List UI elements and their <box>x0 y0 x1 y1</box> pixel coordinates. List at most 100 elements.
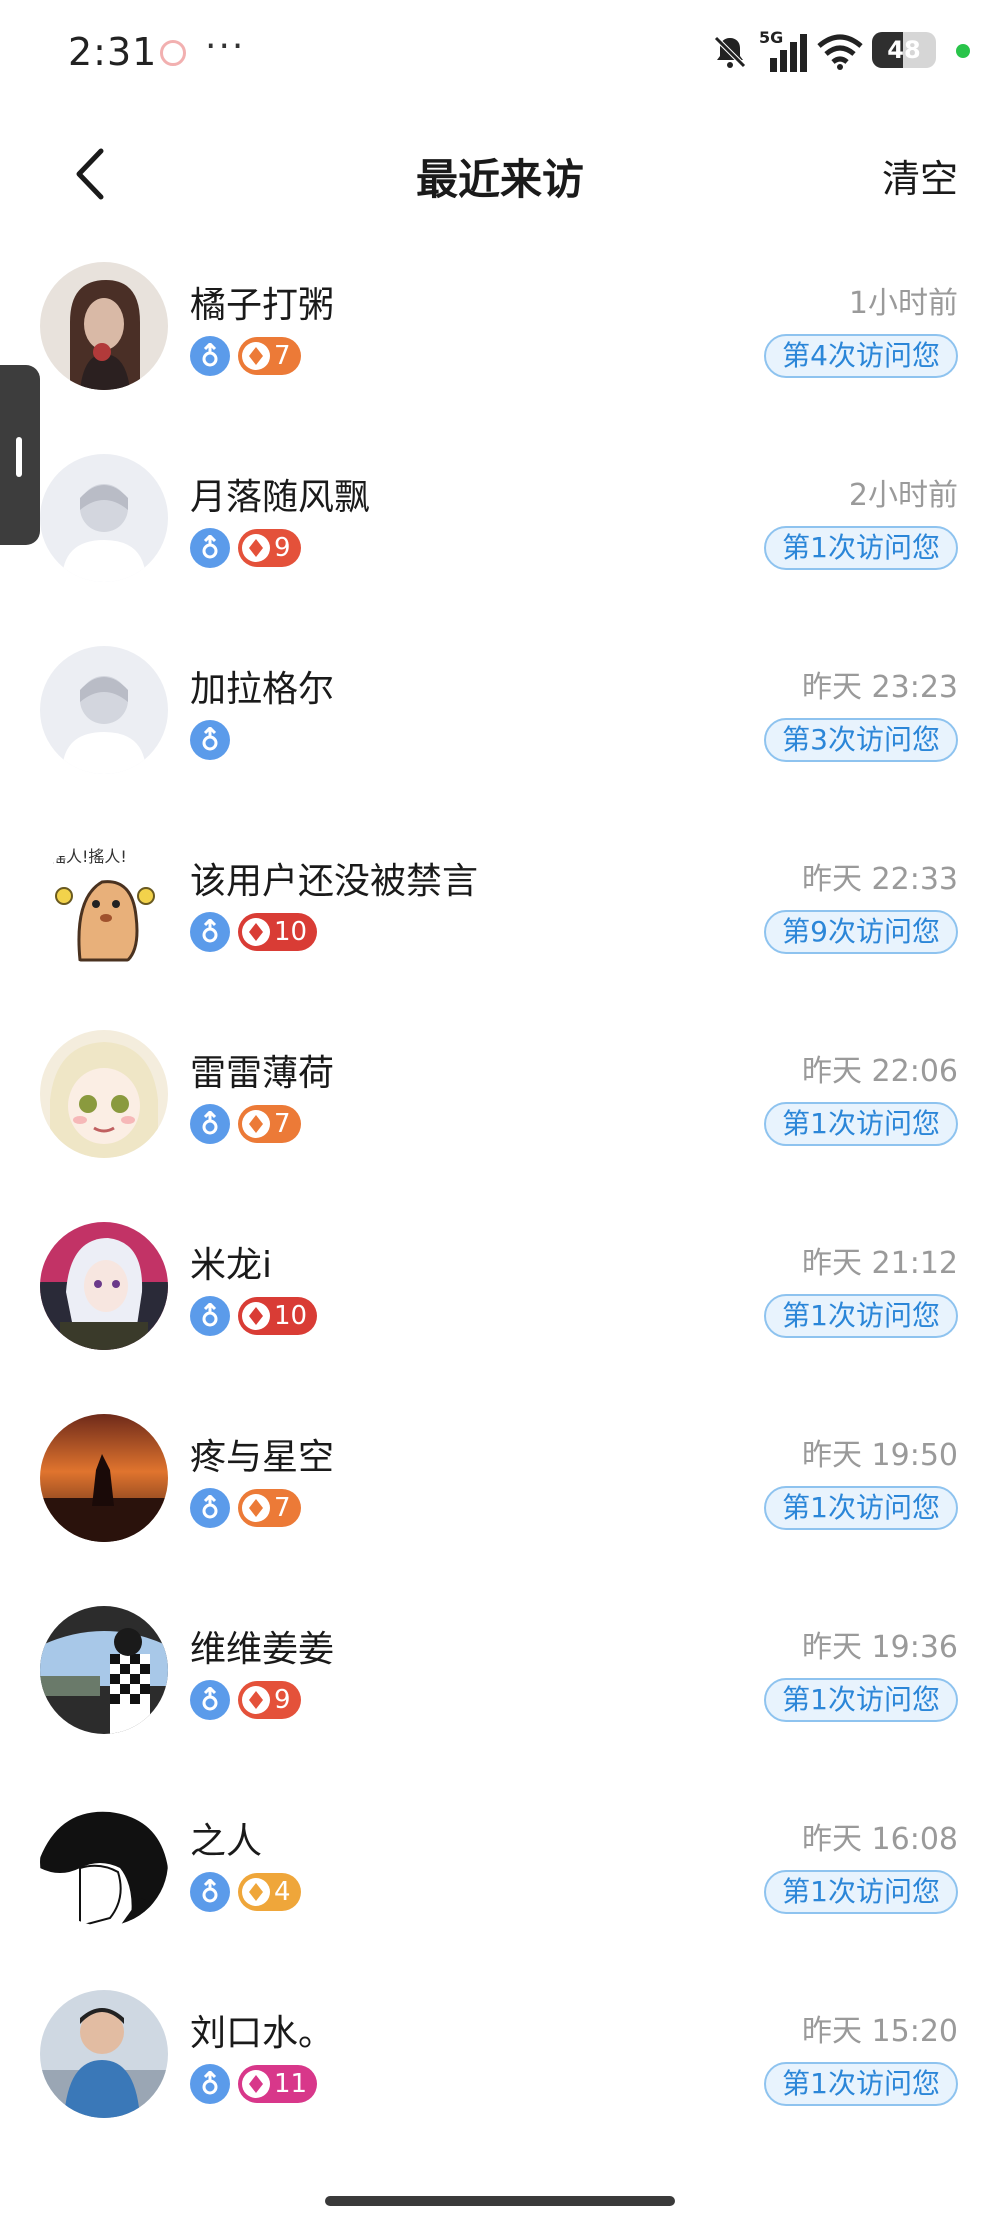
visit-time: 昨天 22:06 <box>802 1054 958 1089</box>
male-gender-icon <box>190 1872 230 1912</box>
visitor-name[interactable]: 之人 <box>190 1812 262 1864</box>
svg-text:搖人!搖人!: 搖人!搖人! <box>50 847 127 866</box>
male-gender-icon <box>190 720 230 760</box>
badge-group: 9 <box>190 528 301 568</box>
mute-icon <box>714 36 746 68</box>
level-badge: 4 <box>238 1873 301 1911</box>
visitor-name[interactable]: 米龙i <box>190 1236 272 1288</box>
visit-time: 昨天 22:33 <box>802 862 958 897</box>
level-badge: 11 <box>238 2065 318 2103</box>
visit-time: 1小时前 <box>848 286 958 321</box>
avatar[interactable] <box>40 262 168 390</box>
battery-icon: 48 <box>872 32 936 68</box>
visitor-row[interactable]: 疼与星空 7 昨天 19:50 第1次访问您 <box>0 1382 1000 1574</box>
avatar[interactable] <box>40 1798 168 1926</box>
level-value: 7 <box>274 341 291 371</box>
flame-icon <box>242 1494 270 1522</box>
visit-count-badge: 第1次访问您 <box>764 526 958 570</box>
avatar[interactable] <box>40 1990 168 2118</box>
top-nav-bar: 最近来访 清空 <box>0 120 1000 230</box>
visitor-row[interactable]: 月落随风飘 9 2小时前 第1次访问您 <box>0 422 1000 614</box>
flame-icon <box>242 1686 270 1714</box>
flame-icon <box>242 2070 270 2098</box>
visit-time: 昨天 19:50 <box>802 1438 958 1473</box>
notification-app-icon <box>160 40 186 66</box>
visit-time: 昨天 16:08 <box>802 1822 958 1857</box>
avatar[interactable]: 搖人!搖人! <box>40 838 168 966</box>
avatar[interactable] <box>40 646 168 774</box>
level-value: 9 <box>274 533 291 563</box>
male-gender-icon <box>190 2064 230 2104</box>
visitor-row[interactable]: 雷雷薄荷 7 昨天 22:06 第1次访问您 <box>0 998 1000 1190</box>
level-value: 10 <box>274 917 308 947</box>
visitor-name[interactable]: 加拉格尔 <box>190 660 334 712</box>
signal-icon <box>770 34 807 72</box>
flame-icon <box>242 342 270 370</box>
visit-count-badge: 第3次访问您 <box>764 718 958 762</box>
visitor-name[interactable]: 该用户还没被禁言 <box>190 852 478 904</box>
flame-icon <box>242 1302 270 1330</box>
male-gender-icon <box>190 1296 230 1336</box>
male-gender-icon <box>190 1104 230 1144</box>
avatar[interactable] <box>40 1222 168 1350</box>
visit-time: 昨天 21:12 <box>802 1246 958 1281</box>
badge-group: 11 <box>190 2064 318 2104</box>
visit-count-badge: 第1次访问您 <box>764 2062 958 2106</box>
level-badge: 9 <box>238 1681 301 1719</box>
visitor-row[interactable]: 之人 4 昨天 16:08 第1次访问您 <box>0 1766 1000 1958</box>
avatar[interactable] <box>40 1030 168 1158</box>
visitors-screen: 2:31 ··· 5G 48 最近来访 清空 橘子打粥 7 1小时前 第4次访问… <box>0 0 1000 2223</box>
level-value: 11 <box>274 2069 308 2099</box>
badge-group: 7 <box>190 336 301 376</box>
level-value: 7 <box>274 1493 291 1523</box>
visitor-name[interactable]: 刘口水。 <box>190 2004 334 2056</box>
visitor-name[interactable]: 月落随风飘 <box>190 468 370 520</box>
badge-group: 10 <box>190 912 318 952</box>
battery-level: 48 <box>887 36 921 64</box>
visitor-row[interactable]: 米龙i 10 昨天 21:12 第1次访问您 <box>0 1190 1000 1382</box>
home-indicator[interactable] <box>325 2196 675 2206</box>
visitor-row[interactable]: 橘子打粥 7 1小时前 第4次访问您 <box>0 230 1000 422</box>
avatar[interactable] <box>40 1414 168 1542</box>
status-more-icon: ··· <box>205 26 246 67</box>
visitor-row[interactable]: 搖人!搖人! 该用户还没被禁言 10 昨天 22:33 第9次访问您 <box>0 806 1000 998</box>
visit-count-badge: 第1次访问您 <box>764 1294 958 1338</box>
visitor-name[interactable]: 维维姜姜 <box>190 1620 334 1672</box>
level-badge: 7 <box>238 1105 301 1143</box>
badge-group: 9 <box>190 1680 301 1720</box>
visitor-name[interactable]: 疼与星空 <box>190 1428 334 1480</box>
avatar[interactable] <box>40 1606 168 1734</box>
clear-button[interactable]: 清空 <box>882 148 958 203</box>
visit-count-badge: 第9次访问您 <box>764 910 958 954</box>
visit-count-badge: 第1次访问您 <box>764 1102 958 1146</box>
active-dot-icon <box>956 44 970 58</box>
wifi-icon <box>817 34 863 70</box>
male-gender-icon <box>190 528 230 568</box>
visit-time: 2小时前 <box>848 478 958 513</box>
badge-group: 10 <box>190 1296 318 1336</box>
visitor-row[interactable]: 刘口水。 11 昨天 15:20 第1次访问您 <box>0 1958 1000 2150</box>
visitor-name[interactable]: 雷雷薄荷 <box>190 1044 334 1096</box>
avatar[interactable] <box>40 454 168 582</box>
flame-icon <box>242 1878 270 1906</box>
level-badge: 7 <box>238 1489 301 1527</box>
level-badge: 10 <box>238 1297 318 1335</box>
visitor-name[interactable]: 橘子打粥 <box>190 276 334 328</box>
visitor-row[interactable]: 加拉格尔 昨天 23:23 第3次访问您 <box>0 614 1000 806</box>
visitor-list: 橘子打粥 7 1小时前 第4次访问您 月落随风飘 9 2小时前 第1次访问您 加… <box>0 230 1000 2150</box>
flame-icon <box>242 1110 270 1138</box>
male-gender-icon <box>190 912 230 952</box>
badge-group <box>190 720 238 760</box>
level-badge: 10 <box>238 913 318 951</box>
male-gender-icon <box>190 336 230 376</box>
visit-count-badge: 第1次访问您 <box>764 1486 958 1530</box>
level-badge: 7 <box>238 337 301 375</box>
level-value: 10 <box>274 1301 308 1331</box>
male-gender-icon <box>190 1488 230 1528</box>
level-badge: 9 <box>238 529 301 567</box>
visit-time: 昨天 19:36 <box>802 1630 958 1665</box>
male-gender-icon <box>190 1680 230 1720</box>
visitor-row[interactable]: 维维姜姜 9 昨天 19:36 第1次访问您 <box>0 1574 1000 1766</box>
visit-time: 昨天 23:23 <box>802 670 958 705</box>
visit-count-badge: 第1次访问您 <box>764 1870 958 1914</box>
